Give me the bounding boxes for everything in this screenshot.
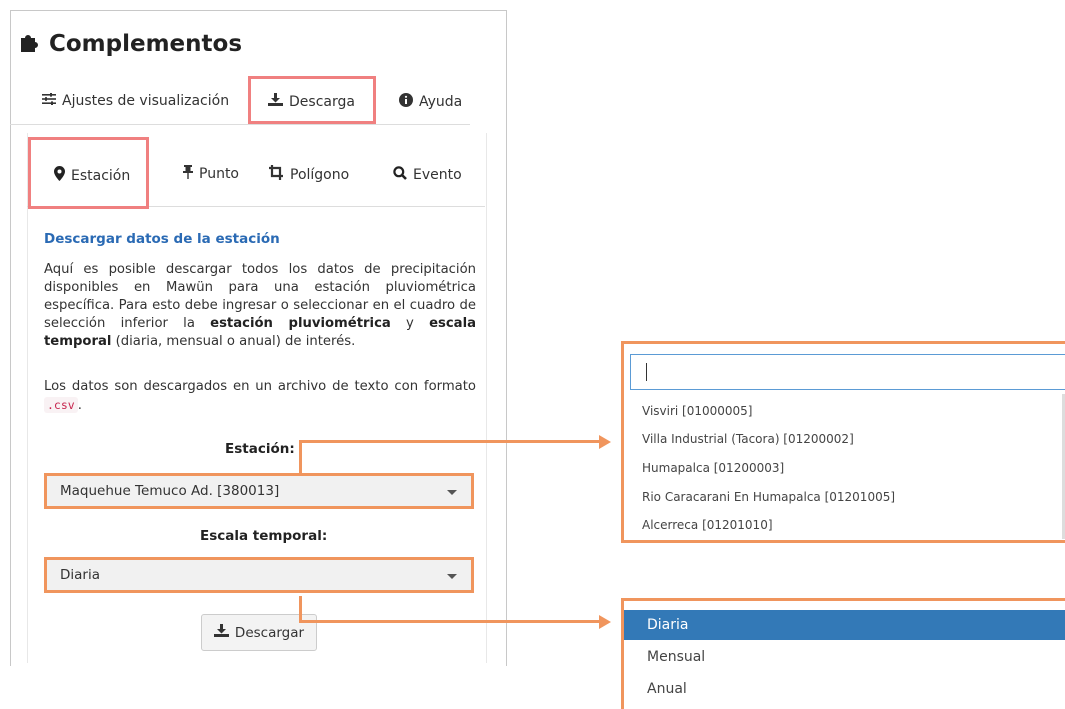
tab-ajustes-label: Ajustes de visualización [62,93,230,109]
pushpin-icon [183,165,193,183]
tab-punto-label: Punto [199,166,239,182]
csv-code: .csv [44,397,78,413]
scale-label: Escala temporal: [200,528,328,544]
station-option[interactable]: Alcerreca [01201010] [642,518,773,532]
connector-line [299,440,600,443]
text-cursor [646,363,647,381]
arrow-right-icon [599,615,611,629]
tab-estacion[interactable]: Estación [54,166,130,185]
scale-dropdown-expanded: Diaria Mensual Anual [621,598,1065,709]
station-option[interactable]: Rio Caracarani En Humapalca [01201005] [642,490,895,504]
crop-icon [269,165,284,184]
tab-evento-label: Evento [413,167,462,183]
station-search-input[interactable] [630,354,1065,390]
connector-line [299,596,302,622]
desc-text-c: y [390,316,430,331]
section-heading: Descargar datos de la estación [44,231,280,247]
download-icon [268,93,283,110]
chevron-down-icon [447,574,457,579]
desc-bold-estacion: estación pluviométrica [210,316,391,331]
panel-title: Complementos [19,30,242,58]
panel-title-text: Complementos [49,31,243,57]
scale-option-selected[interactable]: Diaria [624,610,1065,640]
scale-option[interactable]: Anual [624,674,1065,704]
tab-ayuda-label: Ayuda [419,94,463,110]
tab-descarga[interactable]: Descarga [268,93,355,110]
station-label: Estación: [225,441,295,457]
map-marker-icon [54,166,65,185]
arrow-right-icon [599,435,611,449]
station-option[interactable]: Humapalca [01200003] [642,461,784,475]
format-text: Los datos son descargados en un archivo … [44,379,476,394]
tab-estacion-label: Estación [71,167,131,184]
station-option[interactable]: Villa Industrial (Tacora) [01200002] [642,432,854,446]
format-period: . [77,398,82,413]
tab-evento[interactable]: Evento [393,166,462,184]
station-select-value: Maquehue Temuco Ad. [380013] [60,483,280,499]
download-button-label: Descargar [234,624,305,641]
sliders-icon [42,93,56,109]
scale-select-value: Diaria [60,567,100,583]
station-select[interactable]: Maquehue Temuco Ad. [380013] [44,473,474,509]
puzzle-icon [19,30,43,58]
station-option[interactable]: Visviri [01000005] [642,404,753,418]
format-paragraph: Los datos son descargados en un archivo … [44,378,476,415]
connector-line [299,620,600,623]
tab-poligono[interactable]: Polígono [269,165,349,184]
download-icon [213,624,229,641]
info-circle-icon [399,93,413,111]
connector-line [299,441,302,474]
chevron-down-icon [447,490,457,495]
tab-descarga-label: Descarga [289,93,355,110]
tab-poligono-label: Polígono [290,166,350,183]
tab-punto[interactable]: Punto [183,165,239,183]
scale-option[interactable]: Mensual [624,642,1065,672]
search-icon [393,166,407,184]
description-paragraph: Aquí es posible descargar todos los dato… [44,261,476,351]
desc-text-d: (diaria, mensual o anual) de interés. [111,334,356,349]
tab-ayuda[interactable]: Ayuda [399,93,462,111]
station-dropdown-expanded: Visviri [01000005] Villa Industrial (Tac… [621,341,1065,543]
tab-ajustes[interactable]: Ajustes de visualización [42,93,229,109]
scale-select[interactable]: Diaria [44,557,474,593]
